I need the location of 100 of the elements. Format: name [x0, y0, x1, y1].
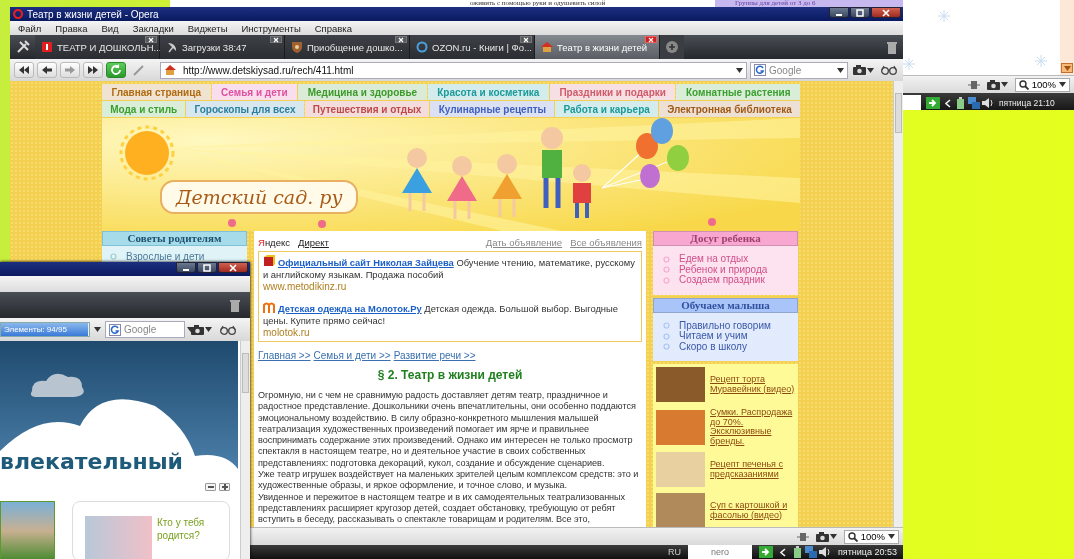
tab[interactable]: Приобщение дошко...: [285, 35, 410, 59]
menu-item[interactable]: Справка: [314, 22, 352, 34]
minimize-button[interactable]: [176, 262, 196, 273]
panel-link[interactable]: Скоро в школу: [679, 341, 747, 352]
address-field[interactable]: http://www.detskiysad.ru/rech/411.html: [160, 61, 747, 79]
scroll-down-button[interactable]: [1061, 63, 1073, 73]
zoom-field[interactable]: 100%: [843, 529, 899, 544]
trash-icon[interactable]: [887, 40, 897, 54]
panel-link[interactable]: Читаем и учим: [679, 331, 748, 342]
panel-link[interactable]: Едем на отдых: [679, 254, 749, 265]
app-logo[interactable]: nero: [687, 545, 752, 559]
tab-close-button[interactable]: [270, 36, 282, 43]
promo-link[interactable]: Суп с картошкой и фасолью (видео): [710, 501, 795, 520]
nav-link[interactable]: Праздники и подарки: [549, 84, 676, 100]
ad-url[interactable]: molotok.ru: [263, 327, 637, 339]
promo-link[interactable]: Сумки. Распродажа до 70%. Эксклюзивные бренды.: [710, 408, 795, 446]
nav-link[interactable]: Кулинарные рецепты: [430, 101, 555, 117]
panel-link[interactable]: Правильно говорим: [679, 320, 771, 331]
breadcrumb-link[interactable]: Главная >>: [258, 350, 311, 361]
fast-forward-button[interactable]: [83, 62, 103, 78]
card-link[interactable]: Кто у тебя родится?: [157, 516, 217, 559]
ad-link[interactable]: Дать объявление: [485, 237, 563, 248]
speaker-icon[interactable]: [818, 546, 831, 558]
nav-link[interactable]: Электронная библиотека: [659, 101, 800, 117]
language-indicator[interactable]: RU: [667, 547, 681, 557]
battery-icon[interactable]: [956, 97, 966, 109]
ad-url[interactable]: www.metodikinz.ru: [263, 281, 637, 293]
nav-link[interactable]: Главная страница: [102, 84, 211, 100]
nav-link[interactable]: Красота и косметика: [427, 84, 549, 100]
direct-link[interactable]: Директ: [297, 237, 329, 248]
tab-close-button[interactable]: [395, 36, 407, 43]
breadcrumb-link[interactable]: Развитие речи >>: [393, 350, 476, 361]
tab-close-button[interactable]: [645, 36, 657, 43]
promo-link[interactable]: Рецепт печенья с предсказаниями: [710, 460, 795, 479]
battery-icon[interactable]: [792, 546, 803, 558]
caret-icon[interactable]: [1000, 82, 1008, 87]
menu-item[interactable]: Правка: [55, 22, 88, 34]
promo-link[interactable]: Рецепт торта Муравейник (видео): [710, 375, 795, 394]
zoom-field[interactable]: 100%: [1014, 77, 1070, 92]
tab-close-button[interactable]: [520, 36, 532, 43]
panel-link[interactable]: Взрослые и дети: [126, 251, 205, 262]
caret-icon[interactable]: [94, 327, 101, 332]
arrow-tile-icon[interactable]: [926, 97, 940, 109]
nav-link[interactable]: Путешествия и отдых: [304, 101, 430, 117]
camera-button[interactable]: [851, 62, 876, 78]
menu-item[interactable]: Закладки: [132, 22, 174, 34]
ad-link[interactable]: Все объявления: [570, 237, 642, 248]
tab[interactable]: ТЕАТР И ДОШКОЛЬН...: [35, 35, 160, 59]
ad-title-link[interactable]: Официальный сайт Николая Зайцева: [278, 257, 454, 268]
scrollbar[interactable]: [240, 341, 250, 559]
maximize-button[interactable]: [197, 262, 217, 273]
scrollbar[interactable]: [893, 81, 903, 527]
network-icon[interactable]: [804, 546, 817, 558]
caret-icon[interactable]: [1059, 82, 1066, 87]
close-button[interactable]: [218, 262, 248, 273]
nav-link[interactable]: Гороскопы для всех: [186, 101, 304, 117]
expand-button[interactable]: [219, 483, 230, 491]
search-input[interactable]: Google: [124, 324, 184, 335]
minimize-button[interactable]: [829, 7, 849, 18]
caret-icon[interactable]: [837, 67, 844, 73]
collapse-button[interactable]: [205, 483, 216, 491]
menu-item[interactable]: Инструменты: [241, 22, 301, 34]
ad-title-link[interactable]: Детская одежда на Молоток.Ру: [278, 303, 422, 314]
search-field[interactable]: Google: [750, 61, 848, 79]
menu-item[interactable]: Файл: [18, 22, 42, 34]
menu-item[interactable]: Вид: [101, 22, 119, 34]
arrow-tile-icon[interactable]: [758, 546, 773, 558]
caret-icon[interactable]: [205, 327, 212, 332]
rewind-button[interactable]: [14, 62, 34, 78]
new-tab-button[interactable]: [660, 35, 684, 59]
panel-link[interactable]: Ребенок и природа: [679, 264, 768, 275]
taskbar-field[interactable]: [903, 95, 921, 110]
caret-icon[interactable]: [888, 534, 895, 539]
scrollbar[interactable]: [1060, 0, 1074, 75]
tab[interactable]: OZON.ru - Книги | Фо...: [410, 35, 535, 59]
close-button[interactable]: [871, 7, 901, 18]
page-icon[interactable]: [796, 531, 809, 542]
breadcrumb-link[interactable]: Семья и дети >>: [313, 350, 391, 361]
nav-link[interactable]: Семья и дети: [211, 84, 298, 100]
tab-close-button[interactable]: [145, 36, 157, 43]
speaker-icon[interactable]: [982, 97, 994, 109]
trash-icon[interactable]: [230, 298, 240, 312]
tab[interactable]: Загрузки 38:47: [160, 35, 285, 59]
back-button[interactable]: [37, 62, 57, 78]
caret-icon[interactable]: [829, 534, 837, 539]
nav-link[interactable]: Медицина и здоровье: [298, 84, 427, 100]
caret-icon[interactable]: [736, 67, 743, 73]
page-icon[interactable]: [967, 79, 980, 90]
panel-link[interactable]: Создаем праздник: [679, 275, 765, 286]
network-icon[interactable]: [968, 97, 980, 109]
plus-icon: [221, 484, 228, 490]
maximize-button[interactable]: [850, 7, 870, 18]
menu-item[interactable]: Виджеты: [187, 22, 228, 34]
chevron-left-icon[interactable]: [779, 547, 786, 557]
search-input[interactable]: Google: [769, 64, 834, 76]
chevron-left-icon[interactable]: [945, 98, 951, 108]
reload-button[interactable]: [106, 62, 126, 78]
clock: пятница 20:53: [837, 547, 897, 557]
tab[interactable]: Театр в жизни детей: [535, 35, 660, 59]
caret-icon[interactable]: [867, 67, 874, 73]
